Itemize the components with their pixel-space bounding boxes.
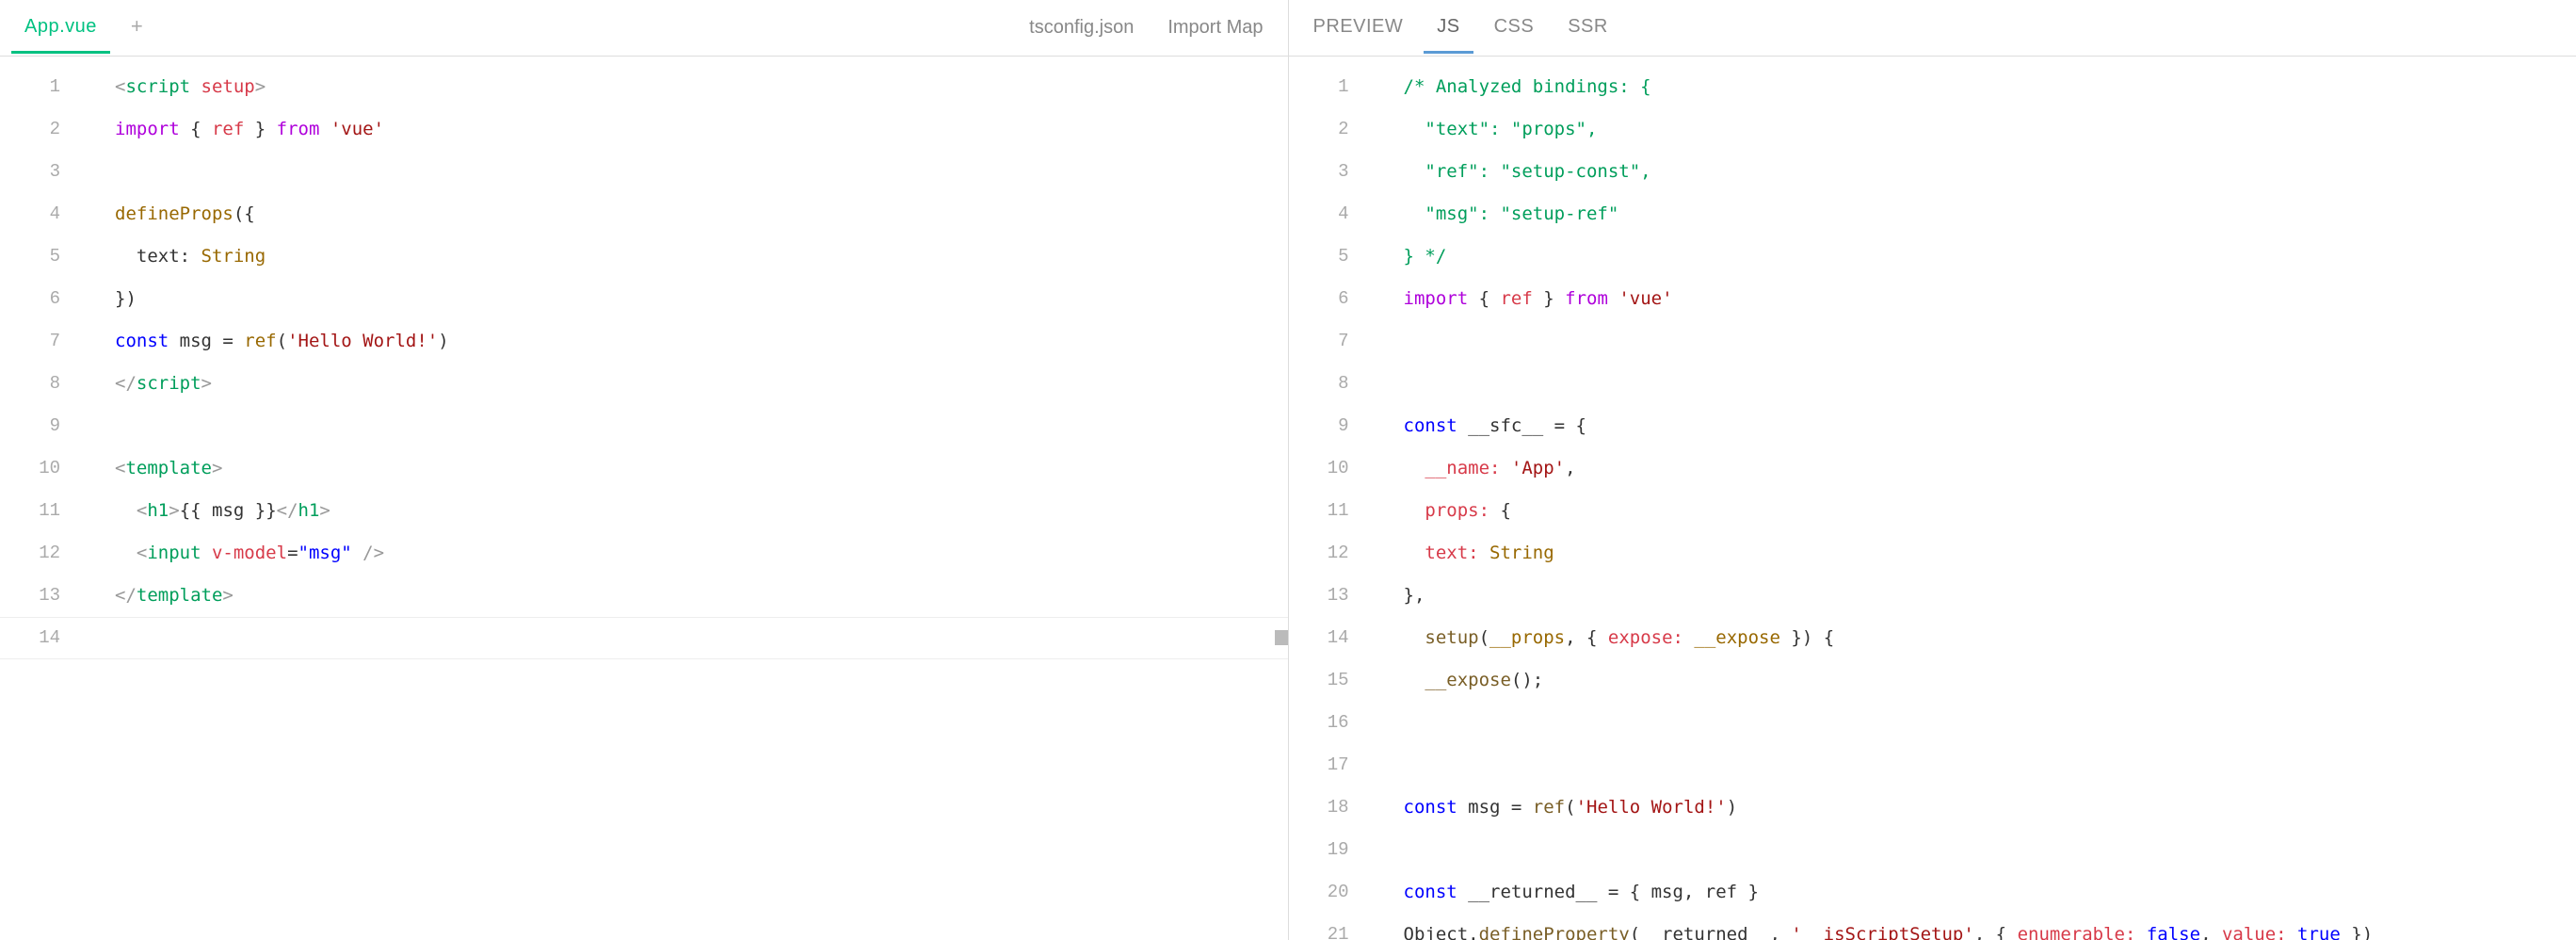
- code-line[interactable]: <script setup>: [115, 66, 1288, 108]
- code-line[interactable]: [1404, 744, 2576, 786]
- code-line[interactable]: __name: 'App',: [1404, 447, 2576, 490]
- tsconfig-link[interactable]: tsconfig.json: [1016, 17, 1147, 39]
- code-line[interactable]: defineProps({: [115, 193, 1288, 235]
- add-file-tab[interactable]: +: [118, 1, 156, 55]
- code-line[interactable]: [115, 617, 1288, 659]
- code-line[interactable]: __expose();: [1404, 659, 2576, 702]
- code-line[interactable]: [1404, 363, 2576, 405]
- code-line[interactable]: /* Analyzed bindings: {: [1404, 66, 2576, 108]
- import-map-link[interactable]: Import Map: [1154, 17, 1276, 39]
- line-number: 14: [0, 617, 60, 659]
- line-number: 14: [1289, 617, 1349, 659]
- left-gutter: 1234567891011121314: [0, 57, 83, 940]
- left-pane: App.vue + tsconfig.json Import Map 12345…: [0, 0, 1289, 940]
- line-number: 21: [1289, 914, 1349, 940]
- code-line[interactable]: [115, 405, 1288, 447]
- code-line[interactable]: },: [1404, 575, 2576, 617]
- code-line[interactable]: "msg": "setup-ref": [1404, 193, 2576, 235]
- code-line[interactable]: const msg = ref('Hello World!'): [1404, 786, 2576, 829]
- line-number: 5: [0, 235, 60, 278]
- code-line[interactable]: Object.defineProperty(__returned__, '__i…: [1404, 914, 2576, 940]
- line-number: 18: [1289, 786, 1349, 829]
- left-tabbar: App.vue + tsconfig.json Import Map: [0, 0, 1288, 57]
- right-editor[interactable]: 1234567891011121314151617181920212223 /*…: [1289, 57, 2576, 940]
- code-line[interactable]: "ref": "setup-const",: [1404, 151, 2576, 193]
- code-line[interactable]: import { ref } from 'vue': [1404, 278, 2576, 320]
- code-line[interactable]: </script>: [115, 363, 1288, 405]
- line-number: 13: [0, 575, 60, 617]
- line-number: 9: [1289, 405, 1349, 447]
- output-tab-preview[interactable]: PREVIEW: [1300, 3, 1417, 54]
- file-tab-app-vue[interactable]: App.vue: [11, 3, 110, 54]
- left-editor[interactable]: 1234567891011121314 <script setup>import…: [0, 57, 1288, 940]
- line-number: 1: [1289, 66, 1349, 108]
- app-root: App.vue + tsconfig.json Import Map 12345…: [0, 0, 2576, 940]
- right-gutter: 1234567891011121314151617181920212223: [1289, 57, 1372, 940]
- line-number: 19: [1289, 829, 1349, 871]
- scroll-marker[interactable]: [1275, 630, 1288, 645]
- code-line[interactable]: [1404, 829, 2576, 871]
- code-line[interactable]: "text": "props",: [1404, 108, 2576, 151]
- line-number: 6: [0, 278, 60, 320]
- line-number: 4: [1289, 193, 1349, 235]
- line-number: 9: [0, 405, 60, 447]
- code-line[interactable]: setup(__props, { expose: __expose }) {: [1404, 617, 2576, 659]
- right-tabbar: PREVIEWJSCSSSSR: [1289, 0, 2576, 57]
- line-number: 20: [1289, 871, 1349, 914]
- line-number: 3: [1289, 151, 1349, 193]
- line-number: 7: [0, 320, 60, 363]
- output-tab-js[interactable]: JS: [1424, 3, 1473, 54]
- code-line[interactable]: } */: [1404, 235, 2576, 278]
- code-line[interactable]: <h1>{{ msg }}</h1>: [115, 490, 1288, 532]
- code-line[interactable]: <input v-model="msg" />: [115, 532, 1288, 575]
- code-line[interactable]: const __returned__ = { msg, ref }: [1404, 871, 2576, 914]
- line-number: 15: [1289, 659, 1349, 702]
- line-number: 11: [1289, 490, 1349, 532]
- left-code[interactable]: <script setup>import { ref } from 'vue' d…: [115, 57, 1288, 940]
- output-tab-css[interactable]: CSS: [1481, 3, 1548, 54]
- line-number: 2: [1289, 108, 1349, 151]
- right-code[interactable]: /* Analyzed bindings: { "text": "props",…: [1404, 57, 2576, 940]
- line-number: 5: [1289, 235, 1349, 278]
- line-number: 13: [1289, 575, 1349, 617]
- line-number: 12: [0, 532, 60, 575]
- line-number: 8: [1289, 363, 1349, 405]
- line-number: 11: [0, 490, 60, 532]
- code-line[interactable]: text: String: [115, 235, 1288, 278]
- line-number: 10: [1289, 447, 1349, 490]
- line-number: 10: [0, 447, 60, 490]
- code-line[interactable]: import { ref } from 'vue': [115, 108, 1288, 151]
- line-number: 17: [1289, 744, 1349, 786]
- line-number: 4: [0, 193, 60, 235]
- line-number: 3: [0, 151, 60, 193]
- right-pane: PREVIEWJSCSSSSR 123456789101112131415161…: [1289, 0, 2576, 940]
- line-number: 12: [1289, 532, 1349, 575]
- line-number: 7: [1289, 320, 1349, 363]
- code-line[interactable]: [1404, 702, 2576, 744]
- code-line[interactable]: <template>: [115, 447, 1288, 490]
- line-number: 1: [0, 66, 60, 108]
- line-number: 6: [1289, 278, 1349, 320]
- output-tab-ssr[interactable]: SSR: [1554, 3, 1621, 54]
- code-line[interactable]: [115, 151, 1288, 193]
- code-line[interactable]: [1404, 320, 2576, 363]
- code-line[interactable]: const __sfc__ = {: [1404, 405, 2576, 447]
- code-line[interactable]: const msg = ref('Hello World!'): [115, 320, 1288, 363]
- line-number: 8: [0, 363, 60, 405]
- code-line[interactable]: </template>: [115, 575, 1288, 617]
- line-number: 16: [1289, 702, 1349, 744]
- code-line[interactable]: props: {: [1404, 490, 2576, 532]
- line-number: 2: [0, 108, 60, 151]
- code-line[interactable]: }): [115, 278, 1288, 320]
- code-line[interactable]: text: String: [1404, 532, 2576, 575]
